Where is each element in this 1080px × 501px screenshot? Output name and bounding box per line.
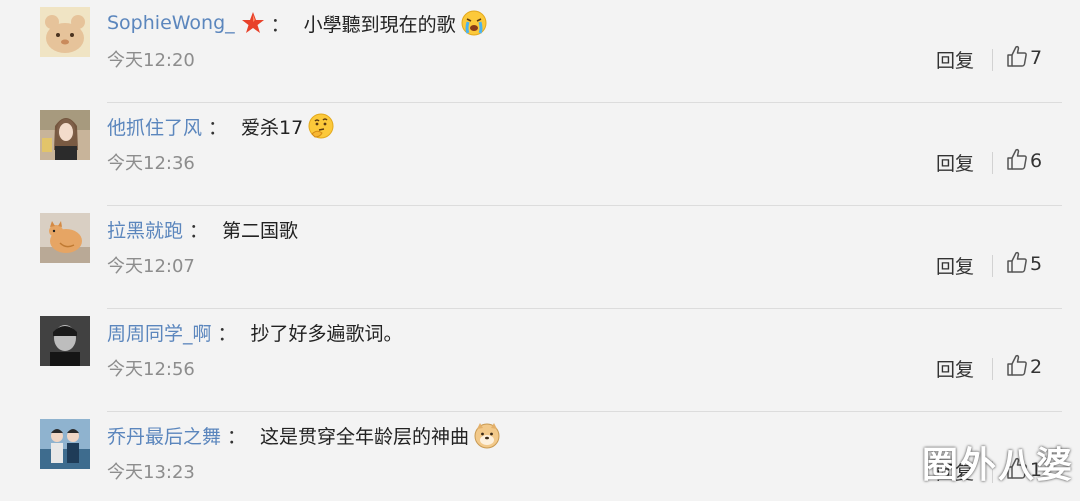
separator bbox=[992, 49, 993, 71]
colon: ： bbox=[189, 219, 209, 242]
username[interactable]: 拉黑就跑 bbox=[107, 216, 183, 243]
like-button[interactable]: 6 bbox=[1006, 147, 1042, 175]
separator bbox=[992, 358, 993, 380]
doge-emoji-icon bbox=[473, 421, 501, 449]
colon: ： bbox=[227, 425, 247, 448]
timestamp: 今天12:20 bbox=[107, 50, 195, 71]
like-count: 5 bbox=[1030, 253, 1043, 275]
comment-text: 爱杀17 bbox=[241, 116, 304, 139]
comment-item: 拉黑就跑 ： 第二国歌 今天12:07 回复 5 bbox=[0, 206, 1080, 309]
crying-emoji-icon bbox=[460, 9, 488, 37]
separator bbox=[992, 255, 993, 277]
username[interactable]: 乔丹最后之舞 bbox=[107, 422, 221, 449]
timestamp: 今天12:56 bbox=[107, 359, 195, 380]
timestamp: 今天12:07 bbox=[107, 256, 195, 277]
timestamp: 今天13:23 bbox=[107, 462, 195, 483]
reply-button[interactable]: 回复 bbox=[936, 355, 974, 382]
timestamp: 今天12:36 bbox=[107, 153, 195, 174]
comment-text: 小學聽到現在的歌 bbox=[303, 13, 456, 36]
username[interactable]: SophieWong_ bbox=[107, 12, 235, 34]
colon: ： bbox=[270, 13, 290, 36]
like-count: 2 bbox=[1030, 356, 1043, 378]
colon: ： bbox=[217, 322, 237, 345]
like-button[interactable]: 5 bbox=[1006, 250, 1042, 278]
colon: ： bbox=[208, 116, 228, 139]
avatar[interactable] bbox=[40, 110, 90, 160]
comment-text: 抄了好多遍歌词。 bbox=[250, 322, 403, 345]
avatar[interactable] bbox=[40, 316, 90, 366]
thumbs-up-icon bbox=[1006, 147, 1028, 175]
avatar[interactable] bbox=[40, 419, 90, 469]
red-star-icon bbox=[241, 11, 265, 35]
like-button[interactable]: 7 bbox=[1006, 44, 1042, 72]
comment-item: 乔丹最后之舞 ： 这是贯穿全年龄层的神曲 今天13:23 回复 1 bbox=[0, 412, 1080, 501]
comment-item: SophieWong_ ： 小學聽到現在的歌 今天12:20 回复 7 bbox=[0, 0, 1080, 103]
comment-item: 他抓住了风 ： 爱杀17 今天12:36 回复 6 bbox=[0, 103, 1080, 206]
like-count: 7 bbox=[1030, 47, 1043, 69]
like-count: 6 bbox=[1030, 150, 1043, 172]
avatar[interactable] bbox=[40, 7, 90, 57]
comment-text: 这是贯穿全年龄层的神曲 bbox=[260, 425, 470, 448]
separator bbox=[992, 152, 993, 174]
reply-button[interactable]: 回复 bbox=[936, 149, 974, 176]
reply-button[interactable]: 回复 bbox=[936, 252, 974, 279]
watermark: 圈外八婆 bbox=[922, 445, 1075, 486]
thinking-emoji-icon bbox=[307, 112, 335, 140]
comment-text: 第二国歌 bbox=[222, 219, 299, 242]
like-button[interactable]: 2 bbox=[1006, 353, 1042, 381]
comment-item: 周周同学_啊 ： 抄了好多遍歌词。 今天12:56 回复 2 bbox=[0, 309, 1080, 412]
thumbs-up-icon bbox=[1006, 250, 1028, 278]
thumbs-up-icon bbox=[1006, 353, 1028, 381]
username[interactable]: 他抓住了风 bbox=[107, 113, 202, 140]
username[interactable]: 周周同学_啊 bbox=[107, 319, 212, 346]
reply-button[interactable]: 回复 bbox=[936, 46, 974, 73]
thumbs-up-icon bbox=[1006, 44, 1028, 72]
avatar[interactable] bbox=[40, 213, 90, 263]
